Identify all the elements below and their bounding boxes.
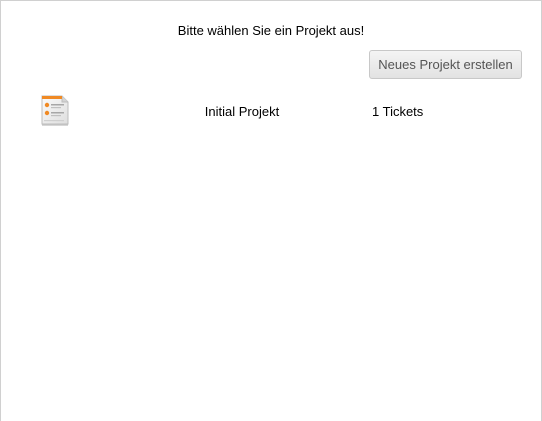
ticket-count: 1 Tickets: [372, 104, 424, 119]
project-document-icon[interactable]: [39, 93, 71, 127]
project-selection-panel: Bitte wählen Sie ein Projekt aus! Neues …: [0, 0, 542, 421]
project-name-link[interactable]: Initial Projekt: [171, 104, 313, 120]
project-row[interactable]: Initial Projekt 1 Tickets: [1, 89, 541, 129]
new-project-button[interactable]: Neues Projekt erstellen: [369, 50, 522, 79]
project-document-icon-graphic: [41, 95, 69, 126]
page-heading: Bitte wählen Sie ein Projekt aus!: [177, 23, 365, 38]
